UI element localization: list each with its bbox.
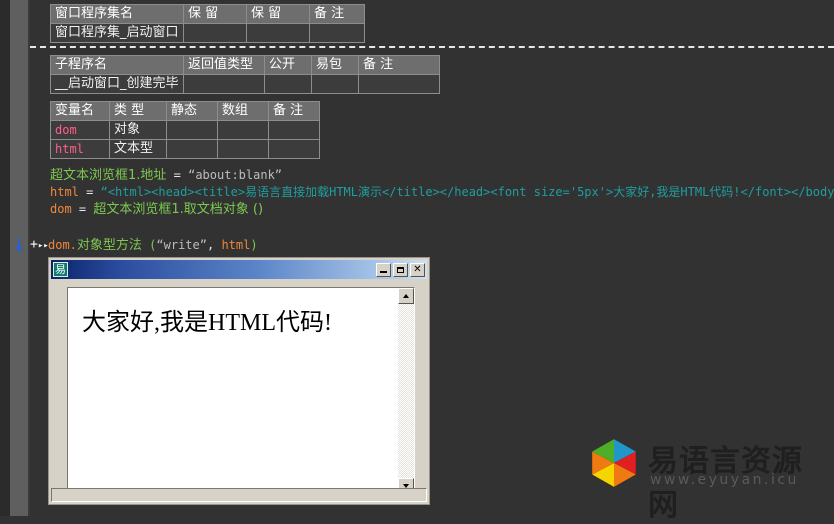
column-header-public: 公开 <box>264 55 312 75</box>
gutter-divider <box>28 0 30 516</box>
watermark-url: www.eyuyan.icu <box>650 472 799 488</box>
cube-logo <box>592 439 636 487</box>
cell-var-name-dom[interactable]: dom <box>50 120 110 140</box>
table-row[interactable]: dom 对象 <box>50 120 320 140</box>
code-fold-marker[interactable]: +▸▸ <box>30 237 49 252</box>
cell-static-html[interactable] <box>166 139 218 159</box>
window-left-edge <box>0 0 10 516</box>
section-divider <box>30 46 834 48</box>
program-set-table[interactable]: 窗口程序集名 保 留 保 留 备 注 窗口程序集_启动窗口 <box>50 4 365 43</box>
column-header-var-type: 类 型 <box>109 101 167 121</box>
code-method-object-method: 对象型方法 <box>76 238 142 253</box>
html-browser-control[interactable]: 大家好,我是HTML代码! <box>67 287 415 495</box>
code-arg-write: “write” <box>156 238 207 252</box>
cell-remark-html[interactable] <box>268 139 320 159</box>
cell-array-html[interactable] <box>217 139 269 159</box>
cell-public[interactable] <box>264 74 312 94</box>
code-target-browser-address: 超文本浏览框1.地址 <box>50 168 167 183</box>
cell-var-type-dom[interactable]: 对象 <box>109 120 167 140</box>
code-line-1[interactable]: 超文本浏览框1.地址 = “about:blank” <box>50 167 282 184</box>
cell-reserved-2[interactable] <box>246 23 310 43</box>
table-header-row: 子程序名 返回值类型 公开 易包 备 注 <box>50 55 440 75</box>
table-row[interactable]: 窗口程序集_启动窗口 <box>50 23 365 43</box>
watermark: 易语言资源网 www.eyuyan.icu <box>588 434 818 523</box>
table-row[interactable]: html 文本型 <box>50 139 320 159</box>
maximize-button[interactable] <box>393 262 408 277</box>
code-object-dom: dom. <box>48 238 77 252</box>
cell-var-name-html[interactable]: html <box>50 139 110 159</box>
cell-program-name[interactable]: 窗口程序集_启动窗口 <box>50 23 184 43</box>
code-call-get-document-object: 超文本浏览框1.取文档对象 () <box>93 202 264 217</box>
scroll-up-button[interactable] <box>398 288 414 304</box>
variable-table[interactable]: 变量名 类 型 静态 数组 备 注 dom 对象 html 文本型 <box>50 101 320 159</box>
scrollbar-track[interactable] <box>398 304 414 478</box>
fold-plus-icon[interactable]: + <box>30 237 38 252</box>
column-header-remark: 备 注 <box>309 4 365 24</box>
cell-remark[interactable] <box>309 23 365 43</box>
code-paren-close: ) <box>250 238 258 252</box>
subroutine-table[interactable]: 子程序名 返回值类型 公开 易包 备 注 __启动窗口_创建完毕 <box>50 55 440 94</box>
table-header-row: 变量名 类 型 静态 数组 备 注 <box>50 101 320 121</box>
cell-remark[interactable] <box>358 74 440 94</box>
code-string-about-blank: “about:blank” <box>188 168 283 182</box>
column-header-reserved-1: 保 留 <box>183 4 247 24</box>
column-header-program-name: 窗口程序集名 <box>50 4 184 24</box>
cell-return-type[interactable] <box>183 74 265 94</box>
code-string-html-content: “<html><head><title>易语言直接加载HTML演示</title… <box>100 185 834 199</box>
cell-sub-name[interactable]: __启动窗口_创建完毕 <box>50 74 184 94</box>
current-line-arrow-icon <box>15 238 23 252</box>
table-header-row: 窗口程序集名 保 留 保 留 备 注 <box>50 4 365 24</box>
scroll-up-icon <box>403 294 409 298</box>
code-comma: , <box>206 238 215 252</box>
column-header-return-type: 返回值类型 <box>183 55 265 75</box>
rendered-html-text: 大家好,我是HTML代码! <box>82 310 332 336</box>
column-header-sub-name: 子程序名 <box>50 55 184 75</box>
column-header-remark: 备 注 <box>268 101 320 121</box>
column-header-remark: 备 注 <box>358 55 440 75</box>
vertical-scrollbar[interactable] <box>398 288 414 494</box>
cell-static-dom[interactable] <box>166 120 218 140</box>
column-header-reserved-2: 保 留 <box>246 4 310 24</box>
preview-window[interactable]: 易 ✕ 大家好,我是HTML代码! <box>48 257 430 505</box>
minimize-button[interactable] <box>376 262 391 277</box>
column-header-package: 易包 <box>311 55 359 75</box>
code-variable-dom: dom <box>50 202 72 216</box>
code-operator: = <box>78 202 87 216</box>
code-line-3[interactable]: dom = 超文本浏览框1.取文档对象 () <box>50 201 263 218</box>
close-button[interactable]: ✕ <box>410 262 425 277</box>
code-line-4-current[interactable]: dom.对象型方法 (“write”, html) <box>48 237 258 254</box>
code-operator: = <box>173 168 181 182</box>
code-variable-html: html <box>50 185 79 199</box>
cell-var-type-html[interactable]: 文本型 <box>109 139 167 159</box>
column-header-var-name: 变量名 <box>50 101 110 121</box>
cell-remark-dom[interactable] <box>268 120 320 140</box>
window-title-bar[interactable]: 易 ✕ <box>51 260 427 279</box>
cell-array-dom[interactable] <box>217 120 269 140</box>
editor-gutter[interactable] <box>10 0 28 516</box>
code-operator: = <box>86 185 94 199</box>
window-status-bar <box>51 488 427 502</box>
eyuyan-app-icon: 易 <box>53 262 68 277</box>
cell-reserved-1[interactable] <box>183 23 247 43</box>
column-header-static: 静态 <box>166 101 218 121</box>
cell-package[interactable] <box>311 74 359 94</box>
table-row[interactable]: __启动窗口_创建完毕 <box>50 74 440 94</box>
column-header-array: 数组 <box>217 101 269 121</box>
code-arg-html: html <box>221 238 251 252</box>
code-line-2[interactable]: html = “<html><head><title>易语言直接加载HTML演示… <box>50 184 834 200</box>
